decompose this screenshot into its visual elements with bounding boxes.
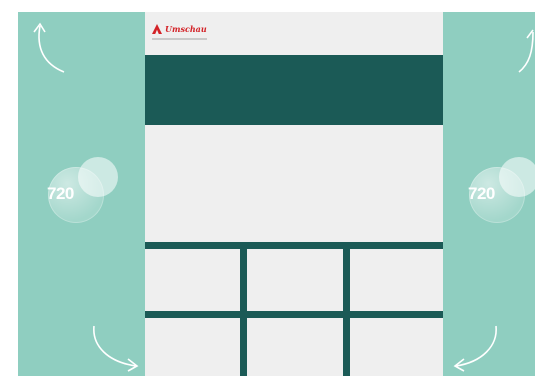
page-header: Umschau [145, 12, 443, 55]
left-720-badge: 720 [34, 153, 124, 233]
bottom-right-arrow-icon [450, 322, 500, 372]
hero-banner[interactable] [145, 55, 443, 125]
grid-tile[interactable] [247, 249, 343, 311]
grid-tile[interactable] [350, 249, 443, 311]
mint-frame: 720 720 Umschau [18, 12, 535, 376]
grid-tile[interactable] [145, 249, 240, 311]
grid-tile[interactable] [247, 318, 343, 376]
page-mockup: Umschau [145, 12, 443, 376]
badge-label: 720 [468, 184, 495, 203]
badge-label: 720 [47, 184, 74, 203]
grid-tile[interactable] [145, 318, 240, 376]
right-720-badge: 720 [455, 153, 535, 233]
apotheke-a-icon [152, 24, 162, 34]
brand-logo[interactable]: Umschau [152, 24, 207, 34]
grid-tile[interactable] [350, 318, 443, 376]
tile-grid [145, 242, 443, 376]
content-area [145, 125, 443, 244]
top-left-arrow-icon [30, 20, 70, 76]
brand-name: Umschau [165, 24, 207, 34]
bottom-left-arrow-icon [90, 322, 142, 372]
logo-tagline-line [152, 38, 207, 40]
top-right-arrow-icon [517, 22, 535, 74]
